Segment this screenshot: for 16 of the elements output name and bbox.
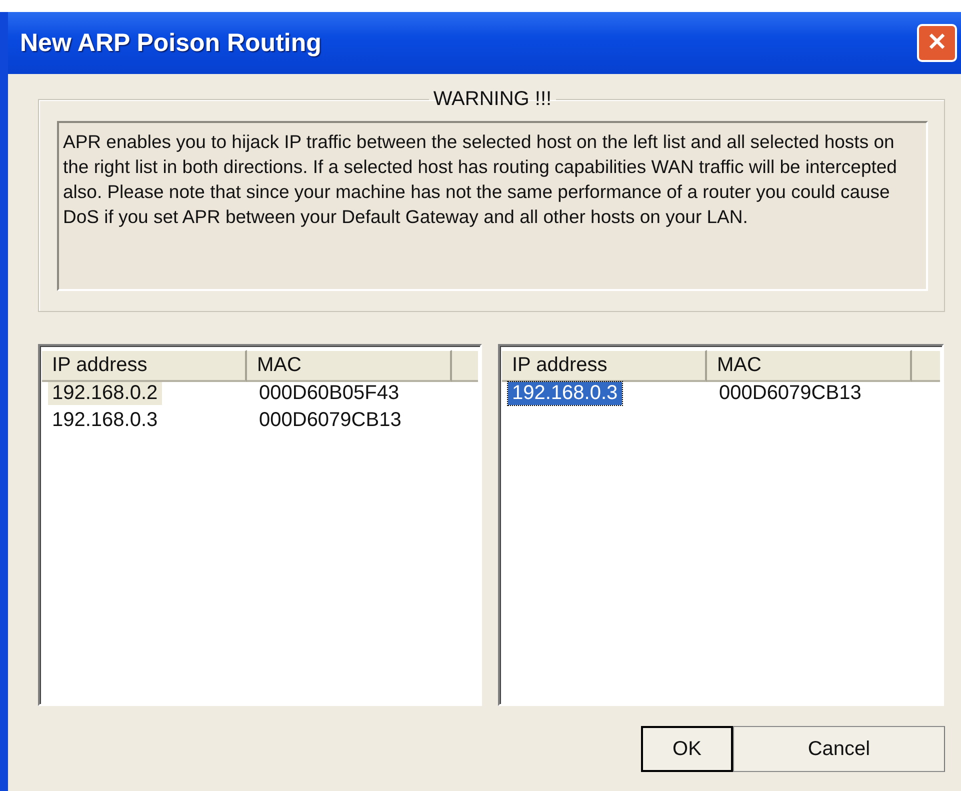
column-header[interactable]: MAC — [707, 350, 912, 382]
host-mac: 000D6079CB13 — [259, 409, 402, 431]
host-ip[interactable]: 192.168.0.3 — [48, 409, 162, 432]
column-header — [452, 350, 478, 382]
cancel-button[interactable]: Cancel — [733, 726, 945, 772]
host-mac: 000D6079CB13 — [719, 382, 862, 404]
warning-text: APR enables you to hijack IP traffic between the selected host on the left list and all selected hosts on the right list in both directions. If a selected host has routing capabilities WAN traffic will be intercepted also. Please note that since your machine has not the same performance of a router you could cause DoS if you set APR between your Default Gateway and all other hosts on your LAN. — [57, 121, 928, 291]
column-header — [912, 350, 940, 382]
group-title: WARNING !!! — [432, 88, 553, 111]
window-title: New ARP Poison Routing — [20, 28, 322, 58]
host-mac: 000D60B05F43 — [259, 382, 400, 404]
column-header[interactable]: MAC — [247, 350, 452, 382]
host-ip[interactable]: 192.168.0.2 — [48, 382, 162, 405]
ok-button[interactable]: OK — [641, 726, 733, 772]
host-ip[interactable]: 192.168.0.3 — [508, 382, 622, 405]
close-button[interactable]: ✕ — [917, 24, 957, 62]
